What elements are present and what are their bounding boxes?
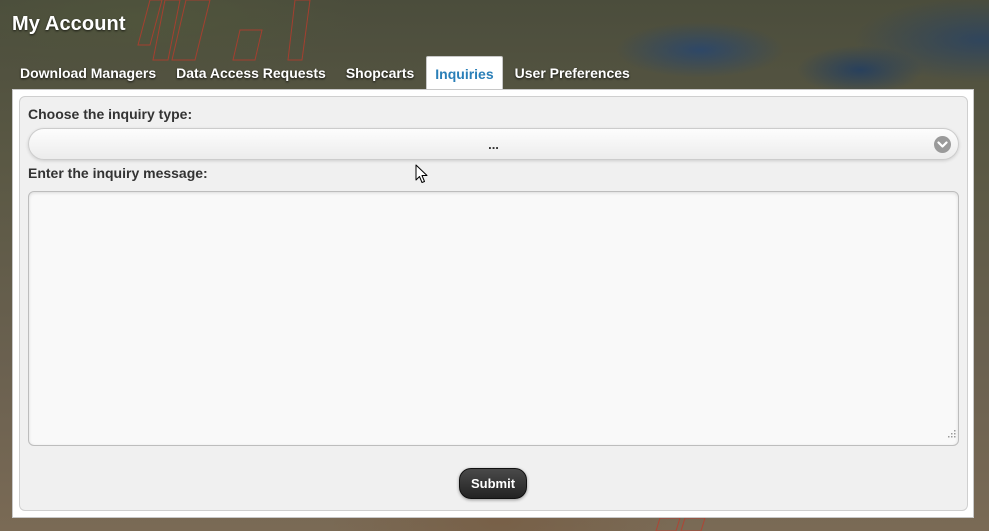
inquiry-message-label: Enter the inquiry message: (28, 165, 208, 181)
account-tabs: Download Managers Data Access Requests S… (10, 56, 640, 90)
inquiry-type-select[interactable]: ... (28, 128, 959, 160)
tab-download-managers[interactable]: Download Managers (10, 56, 166, 90)
inquiry-type-selected-value: ... (488, 137, 499, 152)
inquiries-panel: Choose the inquiry type: ... Enter the i… (12, 89, 974, 518)
page-title: My Account (12, 13, 126, 35)
tab-user-preferences[interactable]: User Preferences (505, 56, 640, 90)
tab-data-access-requests[interactable]: Data Access Requests (166, 56, 336, 90)
tab-shopcarts[interactable]: Shopcarts (336, 56, 424, 90)
resize-grip-icon[interactable] (946, 425, 956, 443)
inquiry-form: Choose the inquiry type: ... Enter the i… (19, 96, 968, 511)
inquiry-type-label: Choose the inquiry type: (28, 106, 193, 122)
submit-button[interactable]: Submit (459, 468, 527, 499)
tab-inquiries[interactable]: Inquiries (426, 56, 503, 90)
chevron-down-icon (934, 136, 951, 153)
mouse-pointer-icon (415, 164, 429, 189)
inquiry-message-textarea[interactable] (28, 191, 959, 446)
